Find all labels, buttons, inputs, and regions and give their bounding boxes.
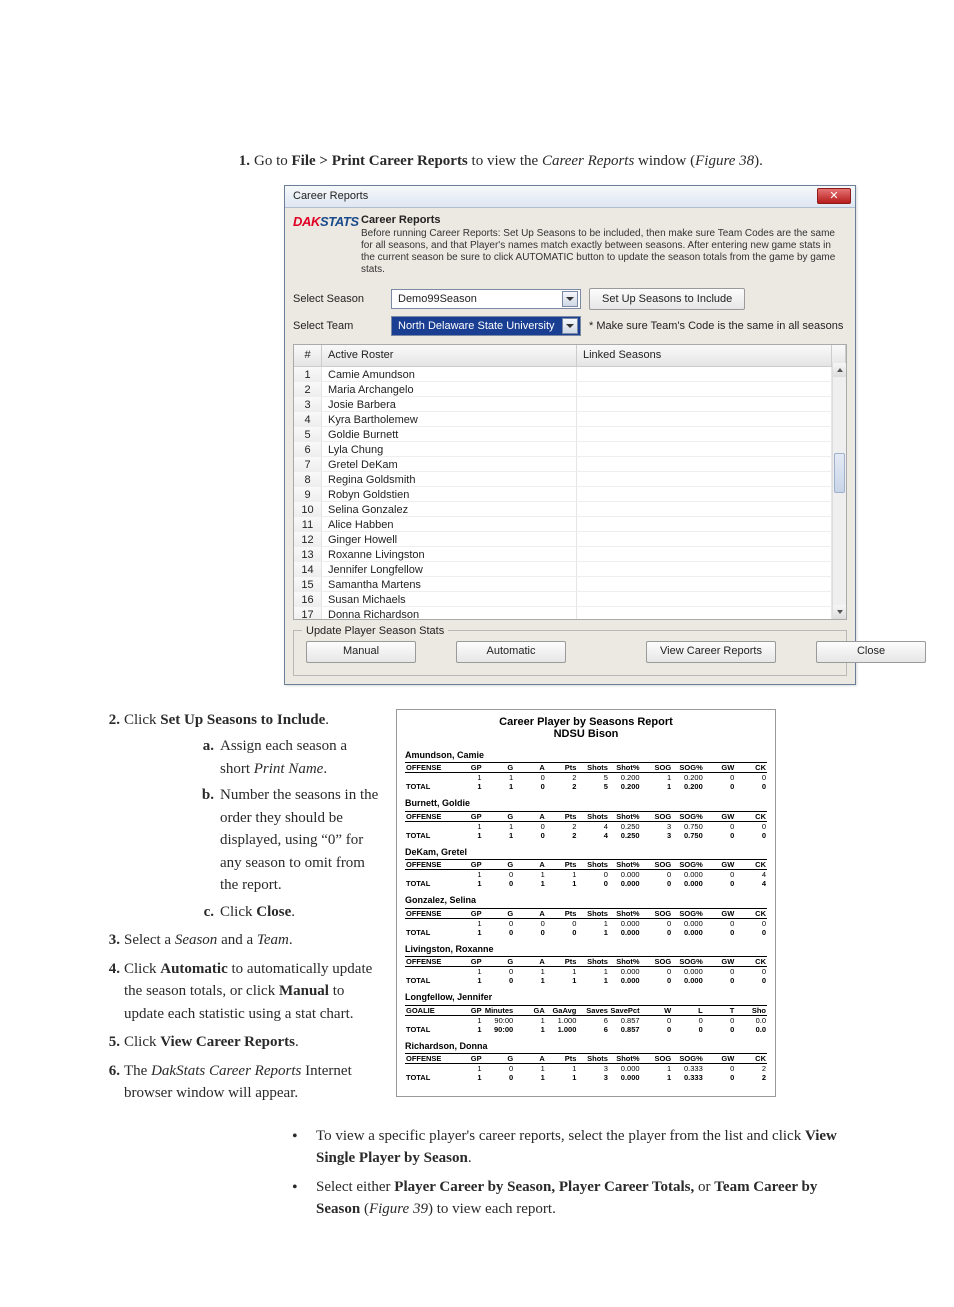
close-icon[interactable]: ✕ xyxy=(817,188,851,204)
table-row[interactable]: 5Goldie Burnett xyxy=(294,427,846,442)
label-select-season: Select Season xyxy=(293,291,383,308)
titlebar: Career Reports ✕ xyxy=(285,186,855,208)
step-4: 4. Click Automatic to automatically upda… xyxy=(90,958,380,1026)
step-5: 5. Click View Career Reports. xyxy=(90,1031,380,1054)
update-stats-fieldset: Update Player Season Stats Manual Automa… xyxy=(293,630,847,676)
bullet-1: To view a specific player's career repor… xyxy=(286,1125,864,1170)
table-row[interactable]: 17Donna Richardson xyxy=(294,607,846,619)
step-2c: c.Click Close. xyxy=(190,901,380,924)
career-reports-window: Career Reports ✕ DAKSTATS Career Reports… xyxy=(284,185,864,685)
chevron-down-icon xyxy=(562,318,578,334)
manual-button[interactable]: Manual xyxy=(306,641,416,663)
view-career-reports-button[interactable]: View Career Reports xyxy=(646,641,776,663)
dakstats-logo: DAKSTATS xyxy=(293,212,353,234)
step-6: 6. The DakStats Career Reports Internet … xyxy=(90,1060,380,1105)
bullet-2: Select either Player Career by Season, P… xyxy=(286,1176,864,1221)
team-code-note: * Make sure Team's Code is the same in a… xyxy=(589,318,847,335)
scroll-up-icon[interactable] xyxy=(833,363,846,377)
col-active-roster[interactable]: Active Roster xyxy=(322,345,577,367)
table-row[interactable]: 4Kyra Bartholemew xyxy=(294,412,846,427)
table-row[interactable]: 13Roxanne Livingston xyxy=(294,547,846,562)
step-2a: a.Assign each season a short Print Name. xyxy=(190,735,380,780)
step-3: 3. Select a Season and a Team. xyxy=(90,929,380,952)
table-row[interactable]: 1Camie Amundson xyxy=(294,367,846,382)
table-row[interactable]: 11Alice Habben xyxy=(294,517,846,532)
table-row[interactable]: 12Ginger Howell xyxy=(294,532,846,547)
team-dropdown[interactable]: North Delaware State University xyxy=(391,316,581,336)
table-row[interactable]: 9Robyn Goldstien xyxy=(294,487,846,502)
label-select-team: Select Team xyxy=(293,318,383,335)
panel-description: Before running Career Reports: Set Up Se… xyxy=(361,228,847,276)
chevron-down-icon xyxy=(562,291,578,307)
close-button[interactable]: Close xyxy=(816,641,926,663)
scroll-down-icon[interactable] xyxy=(833,605,846,619)
season-dropdown[interactable]: Demo99Season xyxy=(391,289,581,309)
table-row[interactable]: 3Josie Barbera xyxy=(294,397,846,412)
table-row[interactable]: 6Lyla Chung xyxy=(294,442,846,457)
step-2: 2. Click Set Up Seasons to Include. a.As… xyxy=(90,709,380,924)
window-title: Career Reports xyxy=(293,188,368,205)
table-row[interactable]: 15Samantha Martens xyxy=(294,577,846,592)
col-number[interactable]: # xyxy=(294,345,322,367)
table-row[interactable]: 14Jennifer Longfellow xyxy=(294,562,846,577)
col-linked-seasons[interactable]: Linked Seasons xyxy=(577,345,832,367)
scroll-thumb[interactable] xyxy=(834,453,845,493)
table-row[interactable]: 7Gretel DeKam xyxy=(294,457,846,472)
step-1: 1. Go to File > Print Career Reports to … xyxy=(220,150,864,685)
step-2b: b.Number the seasons in the order they s… xyxy=(190,784,380,897)
table-row[interactable]: 10Selina Gonzalez xyxy=(294,502,846,517)
table-row[interactable]: 16Susan Michaels xyxy=(294,592,846,607)
table-row[interactable]: 8Regina Goldsmith xyxy=(294,472,846,487)
career-player-report: Career Player by Seasons Report NDSU Bis… xyxy=(396,709,776,1098)
roster-grid: # Active Roster Linked Seasons 1Camie Am… xyxy=(293,344,847,620)
table-row[interactable]: 2Maria Archangelo xyxy=(294,382,846,397)
step-1-text: Go to File > Print Career Reports to vie… xyxy=(254,153,763,169)
automatic-button[interactable]: Automatic xyxy=(456,641,566,663)
scrollbar[interactable] xyxy=(832,363,846,619)
panel-heading: Career Reports xyxy=(361,212,847,229)
setup-seasons-button[interactable]: Set Up Seasons to Include xyxy=(589,288,745,310)
